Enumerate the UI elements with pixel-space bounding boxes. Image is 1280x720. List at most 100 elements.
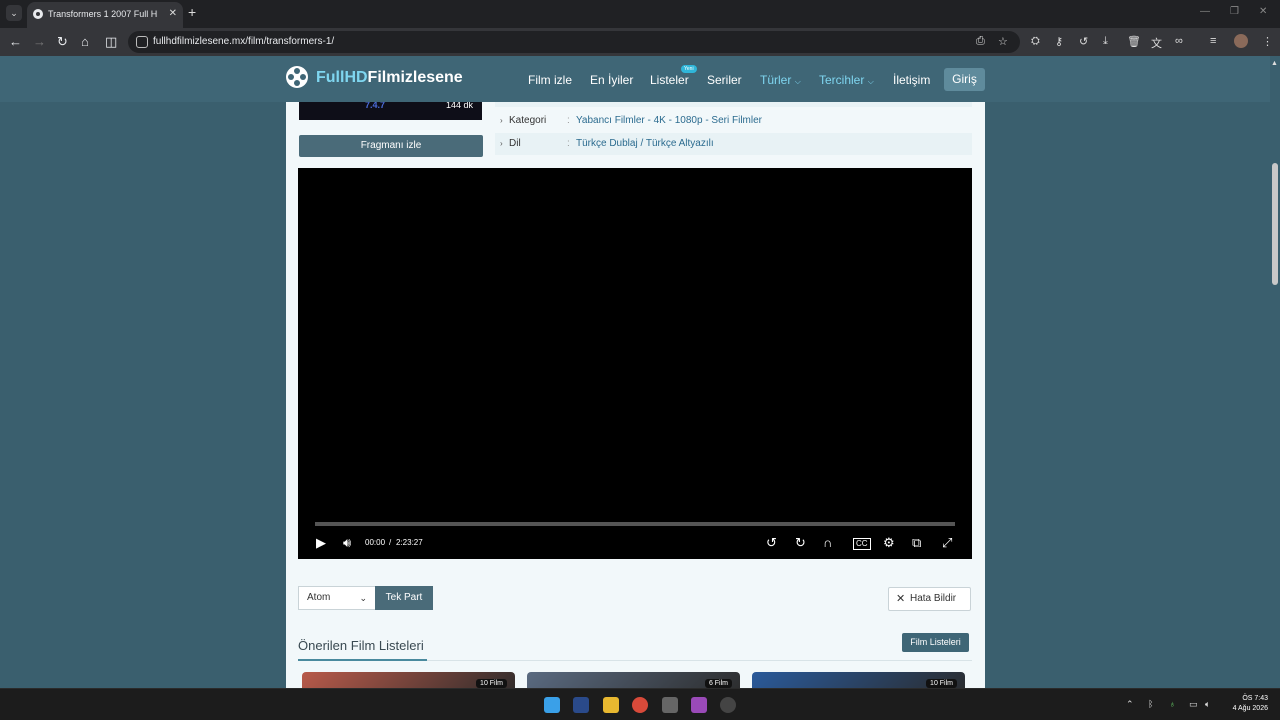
category-links[interactable]: Yabancı Filmler - 4K - 1080p - Seri Film… [576, 110, 762, 132]
address-bar[interactable]: fullhdfilmizlesene.mx/film/transformers-… [128, 31, 1020, 53]
back-icon[interactable]: ← [9, 34, 22, 50]
url-text: fullhdfilmizlesene.mx/film/transformers-… [153, 36, 335, 47]
page-scrollbar[interactable] [1270, 56, 1280, 688]
play-icon[interactable]: ▶ [316, 536, 326, 550]
info-row-partial [495, 102, 972, 107]
section-title: Önerilen Film Listeleri [298, 638, 424, 653]
powershell-icon[interactable] [573, 697, 589, 713]
browser-tab-bar: ⌄ Transformers 1 2007 Full HD Fil ✕ + — … [0, 0, 1280, 28]
new-tab-button[interactable]: + [188, 4, 196, 20]
app-icon[interactable] [720, 697, 736, 713]
new-badge: Yeni [681, 65, 697, 73]
forward-icon[interactable]: → [33, 34, 46, 50]
forward-10-icon[interactable]: ↻ [795, 536, 806, 550]
app-icon[interactable] [662, 697, 678, 713]
section-divider [427, 660, 972, 661]
poster-duration: 144 dk [446, 102, 474, 110]
translate-icon[interactable]: 文 [1151, 35, 1162, 51]
nav-en-iyiler[interactable]: En İyiler [590, 73, 633, 87]
progress-bar[interactable] [315, 522, 955, 526]
movie-poster[interactable]: 7.4.7 144 dk [299, 102, 482, 120]
fullscreen-icon[interactable]: ⤢ [942, 536, 952, 550]
chevron-down-icon: ⌵ [867, 77, 874, 86]
watch-trailer-button[interactable]: Fragmanı izle [299, 135, 483, 157]
language-links[interactable]: Türkçe Dublaj / Türkçe Altyazılı [576, 133, 714, 155]
browser-menu-icon[interactable]: ⋮ [1262, 35, 1273, 48]
nav-turler[interactable]: Türler ⌵ [760, 73, 801, 87]
chevron-down-icon: ⌄ [359, 593, 367, 603]
film-count-badge: 10 Film [476, 679, 507, 688]
download-icon[interactable]: ⤓ [1103, 35, 1108, 48]
reading-list-icon[interactable]: ≡ [1210, 35, 1216, 47]
list-card[interactable]: 6 Film [527, 672, 740, 688]
single-part-button[interactable]: Tek Part [375, 586, 433, 610]
browser-tab[interactable]: Transformers 1 2007 Full HD Fil ✕ [27, 2, 183, 28]
side-panel-icon[interactable]: ◫ [105, 34, 117, 50]
nav-tercihler[interactable]: Tercihler ⌵ [819, 73, 874, 87]
reload-icon[interactable]: ↻ [57, 34, 68, 50]
bookmark-star-icon[interactable]: ☆ [998, 35, 1008, 48]
close-window-icon[interactable]: ✕ [1259, 6, 1267, 17]
site-logo[interactable]: FullHDFilmizlesene [316, 69, 463, 87]
section-underline [298, 659, 427, 661]
chrome-icon[interactable] [632, 697, 648, 713]
settings-gear-icon[interactable]: ⚙ [883, 536, 895, 550]
minimize-icon[interactable]: — [1200, 6, 1210, 17]
list-card[interactable]: 10 Film [302, 672, 515, 688]
picture-in-picture-icon[interactable]: ⧉ [912, 536, 921, 550]
server-select[interactable]: Atom ⌄ [298, 586, 376, 610]
time-separator: / [389, 538, 392, 547]
site-favicon-icon [33, 9, 43, 19]
incognito-icon[interactable]: ⛭ [1031, 35, 1040, 48]
chevron-right-icon: › [500, 116, 503, 125]
trash-icon[interactable]: 🗑 [1127, 35, 1141, 48]
report-error-button[interactable]: ✕ Hata Bildir [888, 587, 971, 611]
tab-close-icon[interactable]: ✕ [169, 2, 177, 26]
site-header: FullHDFilmizlesene Film izle En İyiler L… [0, 56, 1270, 102]
nav-film-izle[interactable]: Film izle [528, 73, 572, 87]
link-icon[interactable]: ∞ [1175, 35, 1183, 47]
chevron-down-icon: ⌵ [794, 77, 801, 86]
windows-start-icon[interactable] [544, 697, 560, 713]
chevron-right-icon: › [500, 139, 503, 148]
film-count-badge: 6 Film [704, 679, 732, 688]
film-reel-logo-icon[interactable] [286, 66, 308, 88]
speaker-icon[interactable]: 🔈︎ [1205, 699, 1210, 710]
app-icon[interactable] [691, 697, 707, 713]
poster-title: 7.4.7 [365, 102, 386, 110]
scroll-up-icon[interactable]: ▲ [1271, 60, 1278, 67]
headphones-icon[interactable]: ∩ [823, 536, 832, 550]
scrollbar-thumb[interactable] [1272, 163, 1278, 285]
maximize-icon[interactable]: ❐ [1230, 6, 1239, 17]
film-count-badge: 10 Film [926, 679, 957, 688]
film-lists-button[interactable]: Film Listeleri [902, 633, 969, 652]
tab-search-button[interactable]: ⌄ [6, 5, 22, 21]
site-info-icon[interactable] [136, 36, 148, 48]
password-key-icon[interactable]: ⚷ [1055, 35, 1063, 48]
profile-avatar[interactable] [1234, 34, 1248, 48]
browser-toolbar: ← → ↻ ⌂ ◫ fullhdfilmizlesene.mx/film/tra… [0, 28, 1280, 56]
volume-icon[interactable]: 🔊︎ [343, 536, 351, 550]
current-time: 00:00 [365, 538, 386, 547]
login-button[interactable]: Giriş [944, 68, 985, 91]
list-card[interactable]: 10 Film [752, 672, 965, 688]
file-explorer-icon[interactable] [603, 697, 619, 713]
system-clock[interactable]: ÖS 7:43 4 Ağu 2026 [1224, 694, 1268, 714]
nav-seriler[interactable]: Seriler [707, 73, 742, 87]
close-icon: ✕ [896, 593, 906, 605]
nav-iletisim[interactable]: İletişim [893, 73, 930, 87]
video-player[interactable]: ▶ 🔊︎ 00:00 / 2:23:27 ↺ ↻ ∩ CC ⚙ ⧉ ⤢ [298, 168, 972, 559]
microphone-icon[interactable]: ♁ [1169, 699, 1176, 709]
history-icon[interactable]: ↺ [1079, 35, 1088, 48]
home-icon[interactable]: ⌂ [81, 34, 89, 50]
bluetooth-icon[interactable]: ᛒ [1148, 699, 1153, 709]
tray-chevron-icon[interactable]: ⌃ [1126, 699, 1134, 710]
nav-listeler[interactable]: Listeler [650, 73, 689, 87]
display-icon[interactable]: ▭ [1189, 699, 1198, 710]
rewind-10-icon[interactable]: ↺ [766, 536, 777, 550]
captions-icon[interactable]: CC [853, 538, 871, 550]
duration: 2:23:27 [396, 538, 423, 547]
install-app-icon[interactable]: ⎙ [976, 35, 985, 48]
tab-title: Transformers 1 2007 Full HD Fil [48, 9, 158, 19]
info-row-kategori: › Kategori : Yabancı Filmler - 4K - 1080… [495, 110, 972, 132]
